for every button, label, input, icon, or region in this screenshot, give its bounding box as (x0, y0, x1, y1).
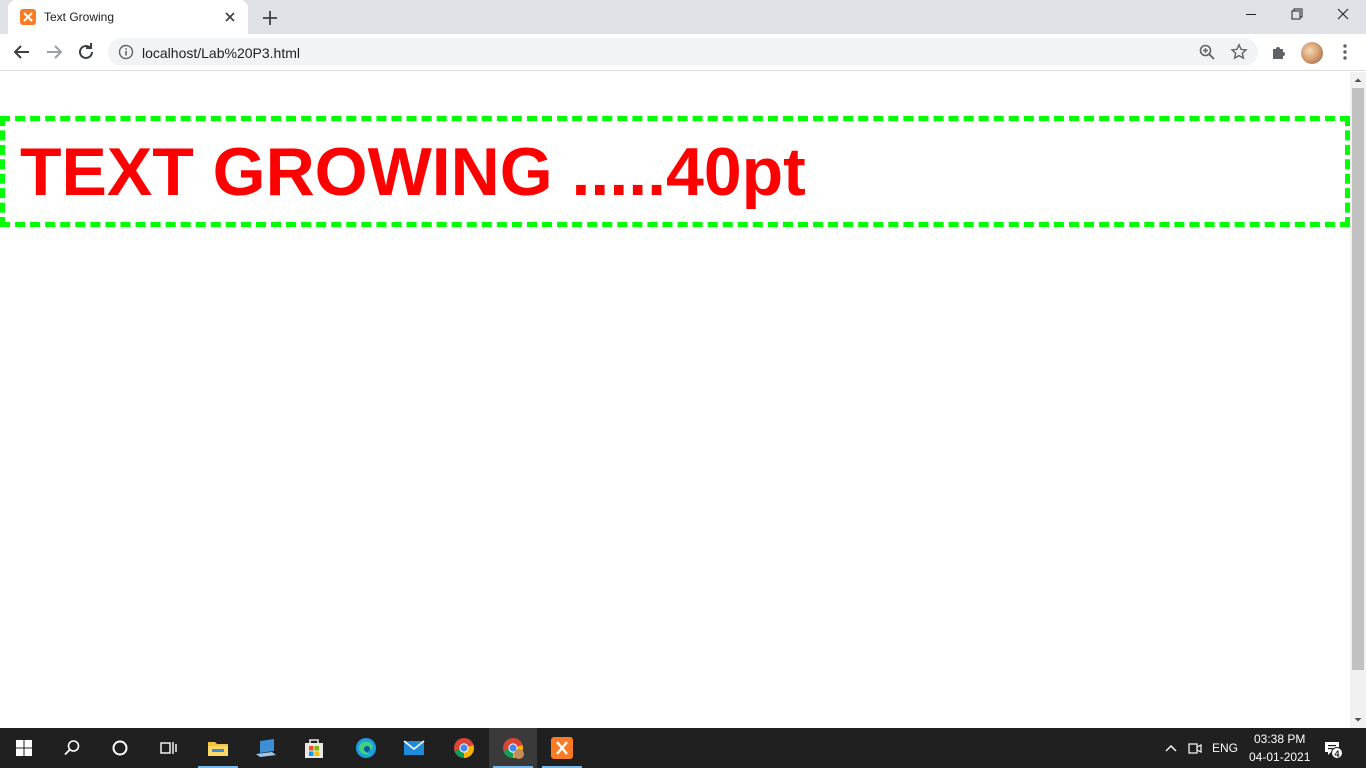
tab-close-icon[interactable] (222, 9, 238, 25)
task-view-button[interactable] (144, 728, 192, 768)
tab-title: Text Growing (44, 10, 115, 24)
back-arrow-icon[interactable] (10, 40, 34, 64)
bookmark-star-icon[interactable] (1230, 43, 1248, 61)
search-button[interactable] (48, 728, 96, 768)
windows-taskbar: ENG 03:38 PM 04-01-2021 4 (0, 728, 1366, 768)
xampp-icon (551, 737, 573, 759)
clock-date[interactable]: 04-01-2021 (1249, 750, 1310, 764)
chrome-profile-icon (503, 738, 524, 759)
menu-dots-icon[interactable] (1334, 41, 1356, 63)
vertical-scrollbar[interactable] (1350, 72, 1366, 728)
store-button[interactable] (290, 728, 338, 768)
chrome-button[interactable] (440, 728, 488, 768)
file-explorer-button[interactable] (194, 728, 242, 768)
profile-avatar[interactable] (1301, 42, 1323, 64)
browser-tab[interactable]: Text Growing (8, 0, 248, 34)
zoom-icon[interactable] (1198, 43, 1216, 61)
windows-logo-icon (16, 740, 32, 756)
cortana-button[interactable] (96, 728, 144, 768)
dashed-text-box: TEXT GROWING .....40pt (0, 116, 1350, 227)
notification-count-badge: 4 (1331, 747, 1343, 759)
start-button[interactable] (0, 728, 48, 768)
minimize-button[interactable] (1228, 0, 1274, 30)
store-bag-icon (305, 739, 323, 758)
scroll-up-arrow-icon[interactable] (1350, 72, 1366, 88)
restore-button[interactable] (1274, 0, 1320, 30)
close-window-button[interactable] (1320, 0, 1366, 30)
extensions-puzzle-icon[interactable] (1268, 41, 1290, 63)
scroll-down-arrow-icon[interactable] (1350, 712, 1366, 728)
edge-button[interactable] (342, 728, 390, 768)
xampp-button[interactable] (538, 728, 586, 768)
address-bar[interactable]: localhost/Lab%20P3.html (108, 38, 1258, 66)
task-view-icon (160, 742, 177, 754)
info-icon[interactable] (118, 44, 134, 60)
meet-now-icon[interactable] (1187, 740, 1203, 756)
growing-text-heading: TEXT GROWING .....40pt (20, 134, 806, 210)
forward-arrow-icon[interactable] (42, 40, 66, 64)
search-icon (64, 740, 80, 756)
page-content: TEXT GROWING .....40pt (0, 72, 1350, 728)
language-indicator[interactable]: ENG (1212, 741, 1238, 755)
laptop-app-button[interactable] (242, 728, 290, 768)
show-hidden-icons-chevron-icon[interactable] (1163, 740, 1179, 756)
xampp-favicon-icon (20, 9, 36, 25)
new-tab-button[interactable] (260, 8, 280, 28)
clock-time[interactable]: 03:38 PM (1254, 732, 1305, 746)
chrome-profile-button[interactable] (489, 728, 537, 768)
mail-button[interactable] (390, 728, 438, 768)
mail-icon (403, 740, 425, 755)
url-text[interactable]: localhost/Lab%20P3.html (142, 45, 300, 61)
laptop-icon (256, 739, 276, 757)
cortana-circle-icon (112, 740, 128, 756)
edge-icon (356, 738, 376, 758)
chrome-icon (454, 738, 474, 758)
browser-toolbar: localhost/Lab%20P3.html (0, 34, 1366, 71)
folder-icon (208, 742, 228, 756)
notifications-icon[interactable]: 4 (1323, 739, 1343, 759)
scrollbar-thumb[interactable] (1352, 88, 1364, 670)
tab-strip: Text Growing (0, 0, 1366, 34)
reload-icon[interactable] (74, 40, 98, 64)
